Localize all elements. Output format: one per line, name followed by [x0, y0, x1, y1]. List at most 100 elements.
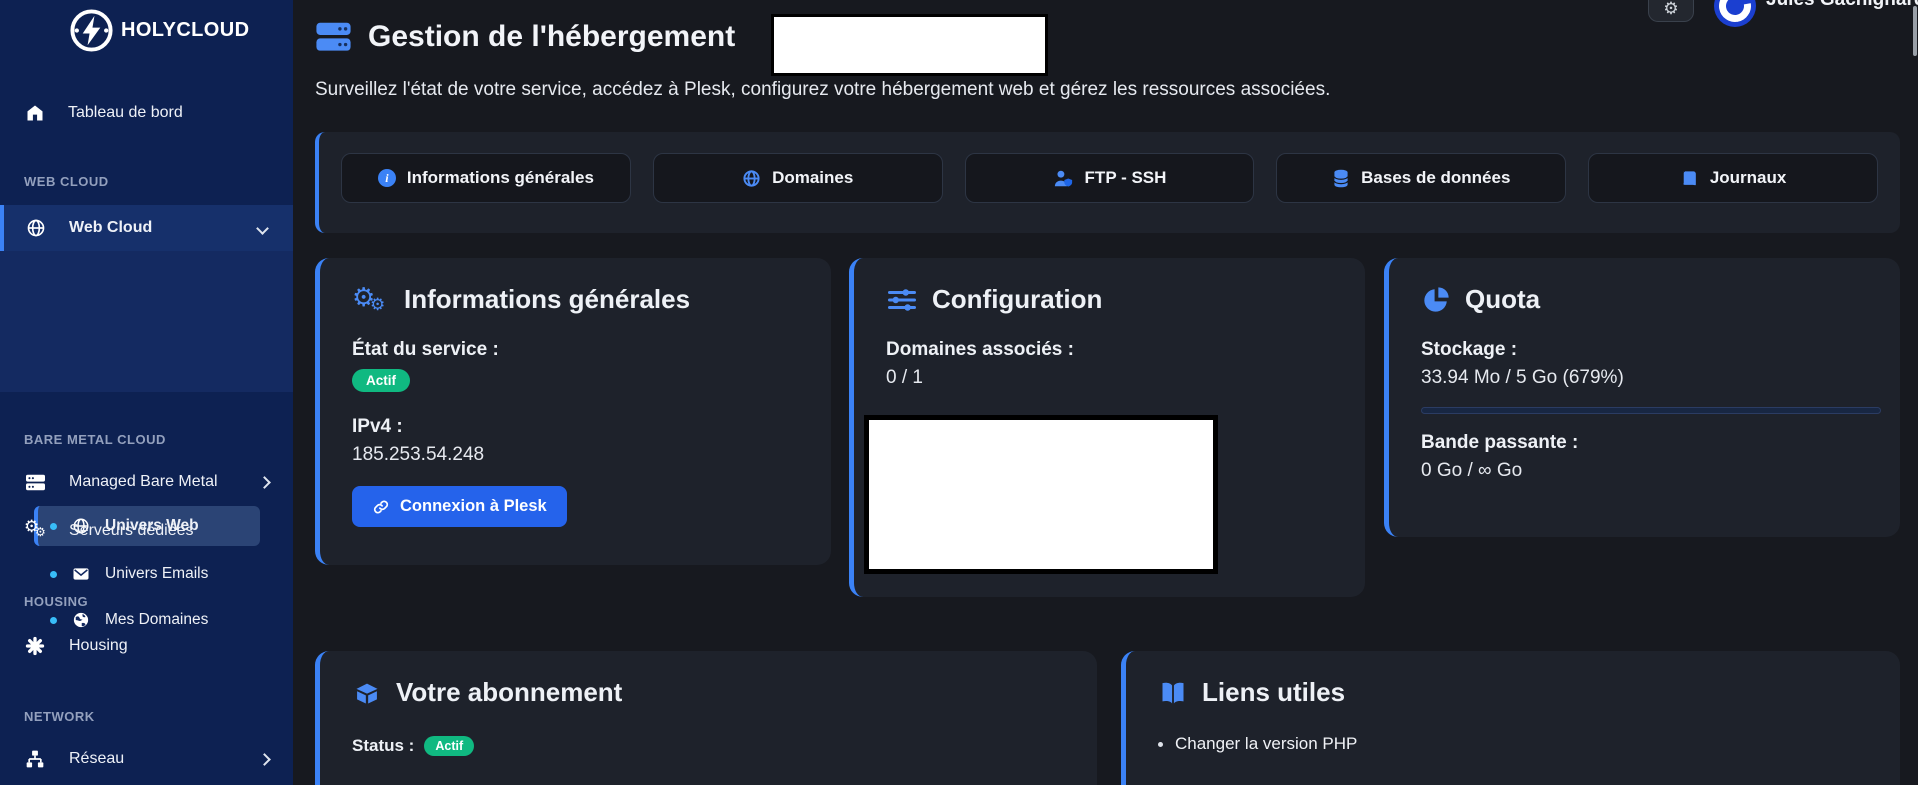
gears-icon: ⚙ ⚙	[24, 517, 46, 539]
sidebar: HOLYCLOUD Tableau de bord WEB CLOUD Web …	[0, 0, 293, 785]
bullet-dot-icon	[1158, 741, 1163, 747]
card-title: Quota	[1465, 284, 1541, 314]
app-screen: HOLYCLOUD Tableau de bord WEB CLOUD Web …	[0, 0, 1918, 785]
brand-logo[interactable]: HOLYCLOUD	[68, 7, 249, 54]
sidebar-item-dashboard[interactable]: Tableau de bord	[0, 96, 293, 130]
sidebar-section-network: NETWORK	[24, 709, 95, 724]
sidebar-item-univers-emails[interactable]: Univers Emails	[38, 556, 278, 592]
sidebar-item-serveurs-dediees[interactable]: ⚙ ⚙ Serveurs dédiées	[0, 514, 293, 548]
earth-icon	[73, 612, 89, 628]
card-title-row: ⚙ ⚙ Informations générales	[352, 281, 799, 315]
card-title-row: Configuration	[886, 284, 1333, 315]
sidebar-item-label: Mes Domaines	[105, 611, 209, 628]
service-state-label: État du service :	[352, 339, 499, 360]
card-liens-utiles: Liens utiles Changer la version PHP	[1121, 651, 1900, 785]
sidebar-section-housing: HOUSING	[24, 594, 89, 609]
tab-journaux[interactable]: Journaux	[1588, 153, 1878, 203]
brand-name: HOLYCLOUD	[121, 19, 250, 41]
status-badge: Actif	[424, 736, 475, 756]
sidebar-section-bare-metal: BARE METAL CLOUD	[24, 432, 166, 447]
sidebar-item-label: Managed Bare Metal	[69, 473, 218, 490]
user-avatar[interactable]	[1714, 0, 1756, 27]
server-icon	[26, 474, 45, 490]
sidebar-item-reseau[interactable]: Réseau	[0, 742, 293, 776]
domains-value: 0 / 1	[886, 367, 923, 388]
card-informations-generales: ⚙ ⚙ Informations générales État du servi…	[315, 258, 831, 565]
link-icon	[373, 500, 389, 513]
storage-value: 33.94 Mo / 5 Go (679%)	[1421, 367, 1624, 388]
lightning-logo-icon	[70, 9, 113, 52]
ipv4-value: 185.253.54.248	[352, 444, 485, 465]
server-stack-icon	[316, 22, 351, 51]
info-icon: i	[377, 169, 396, 187]
envelope-icon	[73, 568, 89, 580]
card-title-row: Quota	[1421, 284, 1868, 315]
card-votre-abonnement: Votre abonnement Status : Actif	[315, 651, 1097, 785]
tab-bases-de-donnees[interactable]: Bases de données	[1276, 153, 1567, 203]
page-title: Gestion de l'hébergement	[368, 20, 736, 53]
sidebar-item-label: Réseau	[69, 750, 125, 767]
globe-icon	[743, 169, 760, 187]
storage-progress-bar	[1421, 407, 1881, 414]
tab-label: Journaux	[1709, 168, 1787, 187]
package-icon	[356, 683, 378, 703]
open-book-icon	[1162, 682, 1184, 703]
ipv4-label: IPv4 :	[352, 416, 403, 437]
sidebar-item-label: Tableau de bord	[68, 104, 183, 121]
card-title: Votre abonnement	[396, 677, 623, 707]
bandwidth-label: Bande passante :	[1421, 432, 1579, 453]
sidebar-item-label: Web Cloud	[69, 219, 153, 236]
chevron-right-icon	[258, 475, 271, 489]
storage-label: Stockage :	[1421, 339, 1518, 360]
sidebar-item-web-cloud[interactable]: Web Cloud	[0, 205, 293, 251]
sliders-icon	[888, 288, 916, 311]
bullet-dot-icon	[50, 570, 57, 578]
sidebar-item-label: Housing	[69, 637, 128, 654]
redacted-box	[864, 415, 1218, 574]
gear-icon: ⚙	[1663, 0, 1679, 18]
pie-chart-icon	[1424, 286, 1449, 312]
tab-domaines[interactable]: Domaines	[652, 153, 943, 203]
plesk-login-button[interactable]: Connexion à Plesk	[352, 486, 567, 527]
sidebar-item-label: Serveurs dédiées	[69, 522, 194, 539]
card-title-row: Votre abonnement	[352, 677, 1065, 708]
bandwidth-value: 0 Go / ∞ Go	[1421, 460, 1523, 481]
home-icon	[27, 105, 43, 121]
sidebar-submenu: Univers Web Univers Emails Mes Domaines	[0, 251, 293, 628]
globe-icon	[27, 219, 45, 237]
database-icon	[1333, 169, 1349, 187]
plesk-button-label: Connexion à Plesk	[400, 497, 547, 515]
page-subtitle: Surveillez l'état de votre service, accé…	[315, 79, 1331, 100]
user-name[interactable]: Jules Gachignard	[1766, 0, 1918, 11]
card-title: Configuration	[932, 284, 1103, 314]
card-quota: Quota Stockage : 33.94 Mo / 5 Go (679%) …	[1384, 258, 1900, 537]
sidebar-item-managed-bare-metal[interactable]: Managed Bare Metal	[0, 465, 293, 499]
card-title: Informations générales	[404, 284, 691, 314]
status-badge: Actif	[352, 369, 410, 392]
page-header: Gestion de l'hébergement	[315, 20, 735, 54]
sidebar-item-housing[interactable]: Housing	[0, 629, 293, 663]
tab-informations-generales[interactable]: i Informations générales	[341, 153, 631, 203]
chevron-right-icon	[258, 752, 271, 766]
tab-label: Bases de données	[1361, 168, 1511, 187]
sidebar-item-label: Univers Emails	[105, 565, 209, 582]
chevron-down-icon	[256, 221, 269, 235]
tab-label: FTP - SSH	[1084, 168, 1167, 187]
book-icon	[1682, 170, 1696, 185]
sidebar-section-web-cloud: WEB CLOUD	[24, 174, 109, 189]
link-changer-version-php[interactable]: Changer la version PHP	[1158, 734, 1868, 754]
tab-label: Informations générales	[406, 168, 594, 187]
section-tabs: i Informations générales Domaines FTP - …	[315, 132, 1900, 233]
subscription-status-label: Status :	[352, 736, 415, 755]
user-shield-icon	[1054, 170, 1072, 186]
card-title-row: Liens utiles	[1158, 677, 1868, 708]
tab-label: Domaines	[772, 168, 854, 187]
scrollbar-thumb[interactable]	[1913, 6, 1917, 56]
tab-ftp-ssh[interactable]: FTP - SSH	[964, 153, 1255, 203]
link-label: Changer la version PHP	[1175, 734, 1358, 753]
card-configuration: Configuration Domaines associés : 0 / 1	[849, 258, 1365, 597]
settings-button[interactable]: ⚙	[1648, 0, 1694, 22]
domains-label: Domaines associés :	[886, 339, 1074, 360]
gears-icon: ⚙ ⚙	[352, 281, 386, 314]
redacted-box	[771, 14, 1048, 76]
